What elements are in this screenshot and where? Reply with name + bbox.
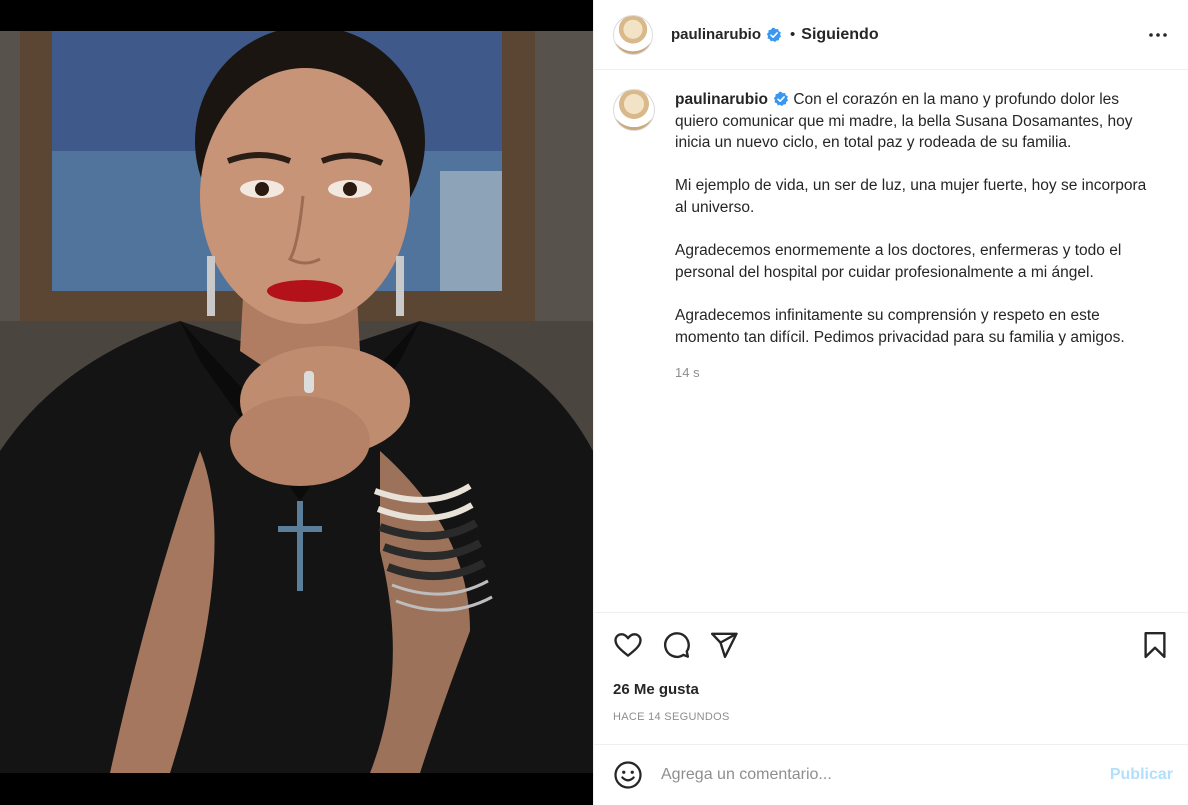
share-icon — [710, 632, 738, 659]
caption-row: paulinarubio Con el corazón en la mano y… — [613, 89, 1170, 384]
comment-button[interactable] — [661, 630, 691, 660]
more-options-icon — [1149, 32, 1167, 37]
post-actions: 26 Me gusta HACE 14 SEGUNDOS — [594, 612, 1188, 744]
action-icon-row — [613, 613, 1170, 677]
like-button[interactable] — [613, 630, 643, 660]
comment-bar: Publicar — [594, 744, 1188, 805]
caption-paragraph-2: Mi ejemplo de vida, un ser de luz, una m… — [675, 177, 1147, 216]
verified-badge-icon — [773, 91, 788, 107]
caption-paragraph-1: paulinarubio Con el corazón en la mano y… — [675, 89, 1155, 154]
caption-paragraph-3: Agradecemos enormemente a los doctores, … — [675, 242, 1122, 281]
heart-icon — [614, 633, 642, 657]
post-photo — [0, 31, 593, 773]
bookmark-icon — [1144, 631, 1166, 659]
caption-paragraph-4: Agradecemos infinitamente su comprensión… — [675, 306, 1125, 346]
separator-dot: • — [790, 26, 796, 43]
more-options-button[interactable] — [1146, 23, 1170, 47]
following-button[interactable]: Siguiendo — [801, 26, 878, 44]
comment-input[interactable] — [661, 766, 1110, 784]
author-username[interactable]: paulinarubio — [671, 26, 761, 43]
post-timestamp[interactable]: HACE 14 SEGUNDOS — [613, 711, 1170, 723]
caption-author-avatar[interactable] — [613, 89, 655, 131]
caption-text: paulinarubio Con el corazón en la mano y… — [675, 89, 1155, 384]
emoji-icon — [614, 761, 642, 789]
post-media — [0, 0, 593, 805]
save-button[interactable] — [1140, 630, 1170, 660]
post-header: paulinarubio • Siguiendo — [594, 0, 1188, 70]
caption-relative-time[interactable]: 14 s — [675, 362, 1155, 384]
caption-author-username[interactable]: paulinarubio — [675, 91, 768, 108]
share-button[interactable] — [709, 630, 739, 660]
comment-icon — [664, 632, 690, 658]
likes-count[interactable]: 26 Me gusta — [613, 681, 1170, 698]
portrait-illustration — [0, 31, 593, 773]
emoji-button[interactable] — [613, 760, 643, 790]
publish-button[interactable]: Publicar — [1110, 766, 1173, 784]
caption-area: paulinarubio Con el corazón en la mano y… — [594, 71, 1188, 612]
author-avatar[interactable] — [613, 14, 653, 55]
post-side-panel: paulinarubio • Siguiendo paulinarubio Co… — [593, 0, 1188, 805]
verified-badge-icon — [766, 27, 781, 42]
